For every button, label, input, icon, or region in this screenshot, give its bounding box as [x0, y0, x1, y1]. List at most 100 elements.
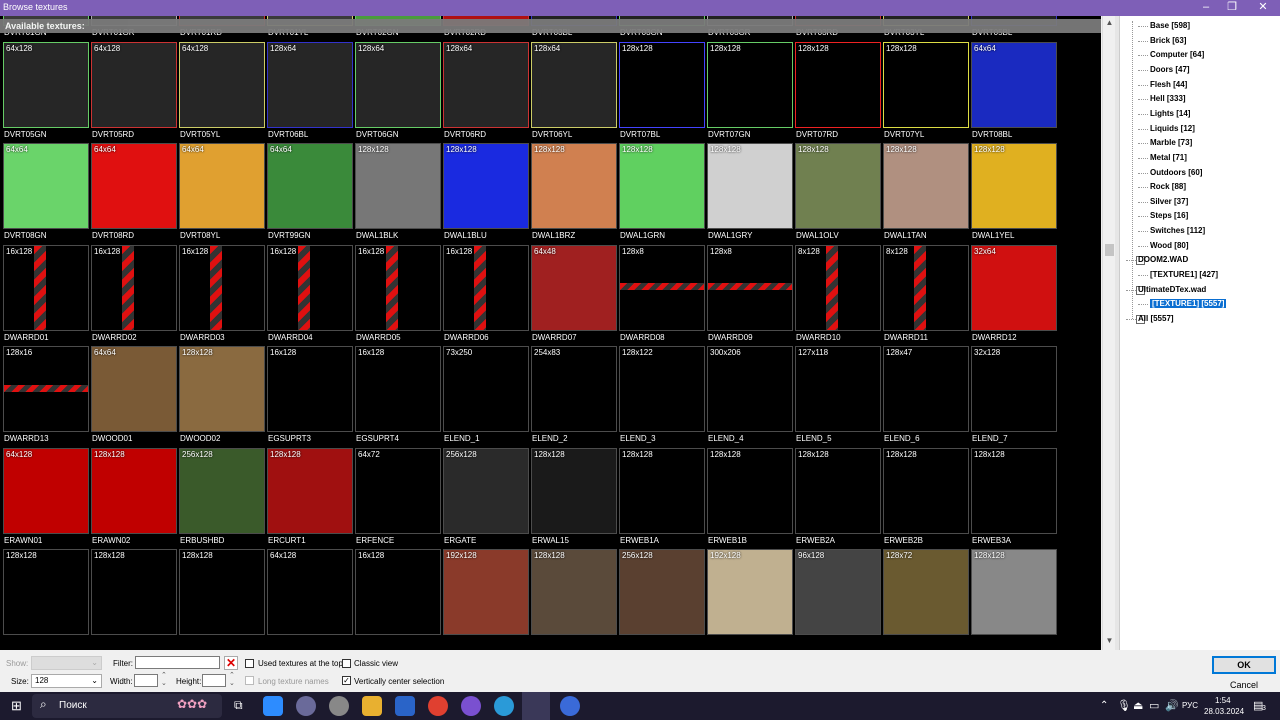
texture-cell[interactable]: 64x64 DVRT08BL — [970, 41, 1058, 144]
texture-cell[interactable]: 128x128 DWAL1GRY — [706, 143, 794, 245]
maximize-icon[interactable]: ❐ — [1219, 0, 1245, 16]
texture-cell[interactable]: 128x8 DWARRD08 — [618, 244, 706, 347]
tree-item[interactable]: Liquids [12] — [1150, 124, 1195, 133]
texture-cell[interactable]: 128x64 DVRT06GN — [354, 41, 442, 144]
texture-cell[interactable]: 64x64 DWOOD01 — [90, 346, 178, 448]
texture-cell[interactable]: 128x128 ERWAL15 — [530, 447, 618, 550]
texture-cell[interactable]: 16x128 DWARRD03 — [178, 244, 266, 347]
tree-item[interactable]: DOOM2.WAD — [1138, 255, 1188, 264]
texture-cell[interactable]: 8x128 DWARRD11 — [882, 244, 970, 347]
tree-item[interactable]: Lights [14] — [1150, 109, 1190, 118]
texture-cell[interactable]: 128x64 DVRT06YL — [530, 41, 618, 144]
texture-cell[interactable]: 128x128 — [178, 549, 266, 650]
clear-filter-icon[interactable]: ✕ — [224, 656, 238, 670]
texture-cell[interactable]: 64x72 ERFENCE — [354, 447, 442, 550]
tree-item[interactable]: Hell [333] — [1150, 94, 1186, 103]
texture-cell[interactable]: 128x128 DVRT07BL — [618, 41, 706, 144]
tree-item[interactable]: Marble [73] — [1150, 138, 1192, 147]
size-select[interactable]: 128 ⌄ — [31, 674, 102, 688]
texture-cell[interactable]: 16x128 DWARRD02 — [90, 244, 178, 347]
discord-icon[interactable] — [461, 696, 481, 716]
texture-cell[interactable]: 128x128 ERWEB3A — [970, 447, 1058, 550]
texture-cell[interactable]: 64x48 DWARRD07 — [530, 244, 618, 347]
texture-cell[interactable]: 128x64 DVRT06BL — [266, 41, 354, 144]
texture-cell[interactable]: 128x128 — [970, 549, 1058, 650]
texture-cell[interactable]: 128x122 ELEND_3 — [618, 346, 706, 448]
app3-icon[interactable] — [560, 696, 580, 716]
cancel-button[interactable]: Cancel — [1212, 677, 1276, 692]
texture-cell[interactable]: 128x64 DVRT06RD — [442, 41, 530, 144]
used-top-checkbox[interactable] — [245, 659, 254, 668]
texture-cell[interactable]: 128x72 — [882, 549, 970, 650]
texture-cell[interactable]: 64x128 ERAWN01 — [2, 447, 90, 550]
texture-cell[interactable]: 73x250 ELEND_1 — [442, 346, 530, 448]
texture-cell[interactable]: 128x128 DWAL1BRZ — [530, 143, 618, 245]
clock-date[interactable]: 28.03.2024 — [1204, 707, 1244, 716]
chrome-icon[interactable] — [428, 696, 448, 716]
texture-cell[interactable]: 64x64 DVRT99GN — [266, 143, 354, 245]
texture-cell[interactable]: 128x128 — [90, 549, 178, 650]
tree-item[interactable]: Wood [80] — [1150, 241, 1189, 250]
texture-cell[interactable]: 128x128 DWAL1TAN — [882, 143, 970, 245]
height-spinner-icon[interactable]: ⌃ ⌄ — [229, 672, 235, 688]
taskbar-search[interactable]: ⌕ Поиск ✿✿✿ — [32, 694, 222, 718]
tree-item[interactable]: All [5557] — [1138, 314, 1174, 323]
scroll-thumb[interactable] — [1105, 244, 1114, 256]
windows-start-icon[interactable]: ⊞ — [11, 698, 22, 714]
texture-cell[interactable]: 128x128 ERWEB2B — [882, 447, 970, 550]
texture-cell[interactable]: 16x128 EGSUPRT4 — [354, 346, 442, 448]
texture-cell[interactable]: 32x64 DWARRD12 — [970, 244, 1058, 347]
tree-item[interactable]: Rock [88] — [1150, 182, 1186, 191]
texture-cell[interactable]: 128x128 — [530, 549, 618, 650]
texture-cell[interactable]: 192x128 — [442, 549, 530, 650]
texture-cell[interactable]: 128x128 DVRT07RD — [794, 41, 882, 144]
texture-cell[interactable]: 256x128 ERGATE — [442, 447, 530, 550]
texture-cell[interactable]: 128x128 DWAL1GRN — [618, 143, 706, 245]
vscode-icon[interactable] — [395, 696, 415, 716]
texture-cell[interactable]: 64x64 DVRT08RD — [90, 143, 178, 245]
tree-item[interactable]: [TEXTURE1] [427] — [1150, 270, 1218, 279]
texture-cell[interactable]: 128x8 DWARRD09 — [706, 244, 794, 347]
texture-cell[interactable]: 64x64 DVRT08YL — [178, 143, 266, 245]
texture-cell[interactable]: 300x206 ELEND_4 — [706, 346, 794, 448]
tree-item[interactable]: Outdoors [60] — [1150, 168, 1202, 177]
texture-cell[interactable]: 16x128 DWARRD04 — [266, 244, 354, 347]
task-view-icon[interactable]: ⧉ — [234, 698, 243, 713]
texture-cell[interactable]: 128x128 DWAL1OLV — [794, 143, 882, 245]
tree-item[interactable]: UltimateDTex.wad — [1138, 285, 1206, 294]
tree-item[interactable]: [TEXTURE1] [5557] — [1148, 298, 1228, 310]
texture-cell[interactable]: 128x128 DWAL1BLK — [354, 143, 442, 245]
ok-button[interactable]: OK — [1212, 656, 1276, 674]
tree-item[interactable]: Silver [37] — [1150, 197, 1188, 206]
tree-item[interactable]: Switches [112] — [1150, 226, 1205, 235]
grid-scrollbar[interactable]: ▲ ▼ — [1102, 16, 1115, 650]
width-input[interactable] — [134, 674, 158, 687]
app2-icon[interactable] — [329, 696, 349, 716]
classic-view-checkbox[interactable] — [342, 659, 351, 668]
app-icon[interactable] — [296, 696, 316, 716]
tree-item[interactable]: Base [598] — [1150, 21, 1190, 30]
texture-cell[interactable]: 128x16 DWARRD13 — [2, 346, 90, 448]
mic-icon[interactable]: 🎙 — [1117, 699, 1131, 712]
vcenter-checkbox[interactable]: ✓ — [342, 676, 351, 685]
texture-cell[interactable]: 128x128 ERCURT1 — [266, 447, 354, 550]
tree-item[interactable]: Doors [47] — [1150, 65, 1190, 74]
width-spinner-icon[interactable]: ⌃ ⌄ — [161, 672, 167, 688]
volume-icon[interactable]: 🔊 — [1165, 699, 1179, 712]
minimize-icon[interactable]: – — [1193, 0, 1219, 16]
texture-cell[interactable]: 8x128 DWARRD10 — [794, 244, 882, 347]
texture-cell[interactable]: 16x128 DWARRD05 — [354, 244, 442, 347]
texture-cell[interactable]: 128x128 ERWEB1B — [706, 447, 794, 550]
texture-cell[interactable]: 256x128 — [618, 549, 706, 650]
texture-cell[interactable]: 128x47 ELEND_6 — [882, 346, 970, 448]
texture-cell[interactable]: 128x128 — [2, 549, 90, 650]
tree-item[interactable]: Flesh [44] — [1150, 80, 1187, 89]
texture-cell[interactable]: 128x128 ERAWN02 — [90, 447, 178, 550]
tree-item[interactable]: Steps [16] — [1150, 211, 1188, 220]
texture-cell[interactable]: 128x128 DWOOD02 — [178, 346, 266, 448]
folder-icon[interactable] — [362, 696, 382, 716]
network-icon[interactable]: ▭ — [1149, 699, 1159, 712]
close-icon[interactable]: ✕ — [1250, 0, 1276, 16]
ultimate-doombuilder-icon[interactable] — [522, 692, 550, 720]
height-input[interactable] — [202, 674, 226, 687]
